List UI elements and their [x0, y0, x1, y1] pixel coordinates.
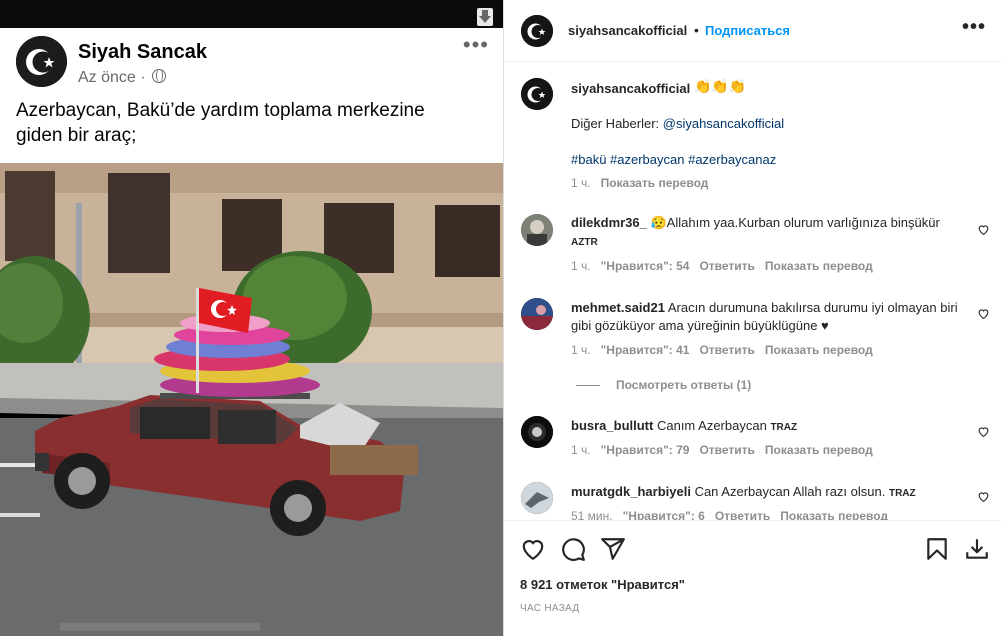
view-replies-button[interactable]: Посмотреть ответы (1) [576, 378, 751, 392]
save-bookmark-icon[interactable] [924, 536, 950, 562]
heart-icon[interactable] [977, 223, 990, 236]
comment-text: muratgdk_harbiyeli Can Azerbaycan Allah … [571, 484, 916, 499]
caption-avatar[interactable] [521, 78, 553, 110]
fb-post-text: Azerbaycan, Bakü’de yardım toplama merke… [16, 100, 425, 146]
caption-meta: 1 ч. Показать перевод [571, 176, 709, 190]
translate-link[interactable]: Показать перевод [765, 343, 873, 357]
caption-line: Diğer Haberler: @siyahsancakofficial [571, 116, 785, 131]
separator-dot: • [694, 22, 699, 38]
comment-text: busra_bullutt Canım Azerbaycan TRAZ [571, 418, 798, 433]
reply-link[interactable]: Ответить [699, 343, 754, 357]
post-header: siyahsancakofficial • Подписаться ••• [504, 0, 1001, 62]
like-heart-icon[interactable] [520, 536, 546, 562]
download-icon[interactable] [477, 8, 493, 26]
likes-count[interactable]: 8 921 отметок "Нравится" [520, 577, 685, 592]
comment-icon[interactable] [560, 536, 586, 562]
reply-link[interactable]: Ответить [699, 443, 754, 457]
comment-avatar[interactable] [521, 214, 553, 246]
clap-emojis: 👏👏👏 [694, 78, 747, 94]
translate-link[interactable]: Показать перевод [780, 509, 888, 520]
car-photo [0, 163, 503, 636]
translate-link[interactable]: Показать перевод [601, 176, 709, 190]
avatar[interactable] [521, 15, 553, 47]
comment-text: dilekdmr36_ 😥Allahım yaa.Kurban olurum v… [571, 215, 940, 248]
facebook-post-card: Siyah Sancak Az önce · ••• Azerbaycan, B… [0, 28, 503, 163]
comment-text: mehmet.said21 Aracın durumuna bakılırsa … [571, 300, 958, 333]
comment-avatar[interactable] [521, 482, 553, 514]
fb-more-icon[interactable]: ••• [463, 32, 489, 58]
reply-link[interactable]: Ответить [715, 509, 770, 520]
translate-link[interactable]: Показать перевод [765, 259, 873, 273]
comment-username[interactable]: muratgdk_harbiyeli [571, 484, 691, 499]
comment-tag: TRAZ [888, 488, 916, 499]
comment-meta: 1 ч. "Нравится": 41 Ответить Показать перев… [571, 343, 873, 357]
fb-post-time: Az önce · [78, 69, 167, 87]
fb-author-name[interactable]: Siyah Sancak [78, 41, 207, 64]
caption-username[interactable]: siyahsancakofficial [571, 81, 690, 96]
follow-button[interactable]: Подписаться [705, 23, 790, 38]
fb-avatar [16, 36, 67, 87]
header-username[interactable]: siyahsancakofficial [568, 23, 687, 38]
translate-link[interactable]: Показать перевод [765, 443, 873, 457]
media-topbar [0, 0, 503, 28]
share-icon[interactable] [600, 536, 626, 562]
heart-icon[interactable] [977, 307, 990, 320]
comment-meta: 51 мин. "Нравится": 6 Ответить Показать пер… [571, 509, 898, 520]
comment-username[interactable]: dilekdmr36_ [571, 215, 647, 230]
more-options-icon[interactable]: ••• [962, 16, 986, 39]
posted-time: ЧАС НАЗАД [520, 603, 580, 614]
comment-username[interactable]: busra_bullutt [571, 418, 653, 433]
mention-link[interactable]: @siyahsancakofficial [663, 116, 784, 131]
heart-icon[interactable] [977, 425, 990, 438]
heart-icon[interactable] [977, 490, 990, 503]
comment-username[interactable]: mehmet.said21 [571, 300, 665, 315]
comment-meta: 1 ч. "Нравится": 54 Ответить Показать перев… [571, 259, 873, 273]
comment-tag: TRAZ [770, 422, 798, 433]
post-media: Siyah Sancak Az önce · ••• Azerbaycan, B… [0, 0, 503, 636]
caption-hashtags[interactable]: #bakü #azerbaycan #azerbaycanaz [571, 152, 776, 167]
download-icon[interactable] [964, 536, 990, 562]
reply-link[interactable]: Ответить [699, 259, 754, 273]
instagram-panel: siyahsancakofficial • Подписаться ••• si… [503, 0, 1001, 636]
comment-meta: 1 ч. "Нравится": 79 Ответить Показать перев… [571, 443, 873, 457]
comment-avatar[interactable] [521, 416, 553, 448]
globe-icon [152, 69, 167, 83]
comment-avatar[interactable] [521, 298, 553, 330]
comments-section: siyahsancakofficial 👏👏👏 Diğer Haberler: … [504, 63, 1001, 520]
comment-tag: AZTR [571, 237, 598, 248]
